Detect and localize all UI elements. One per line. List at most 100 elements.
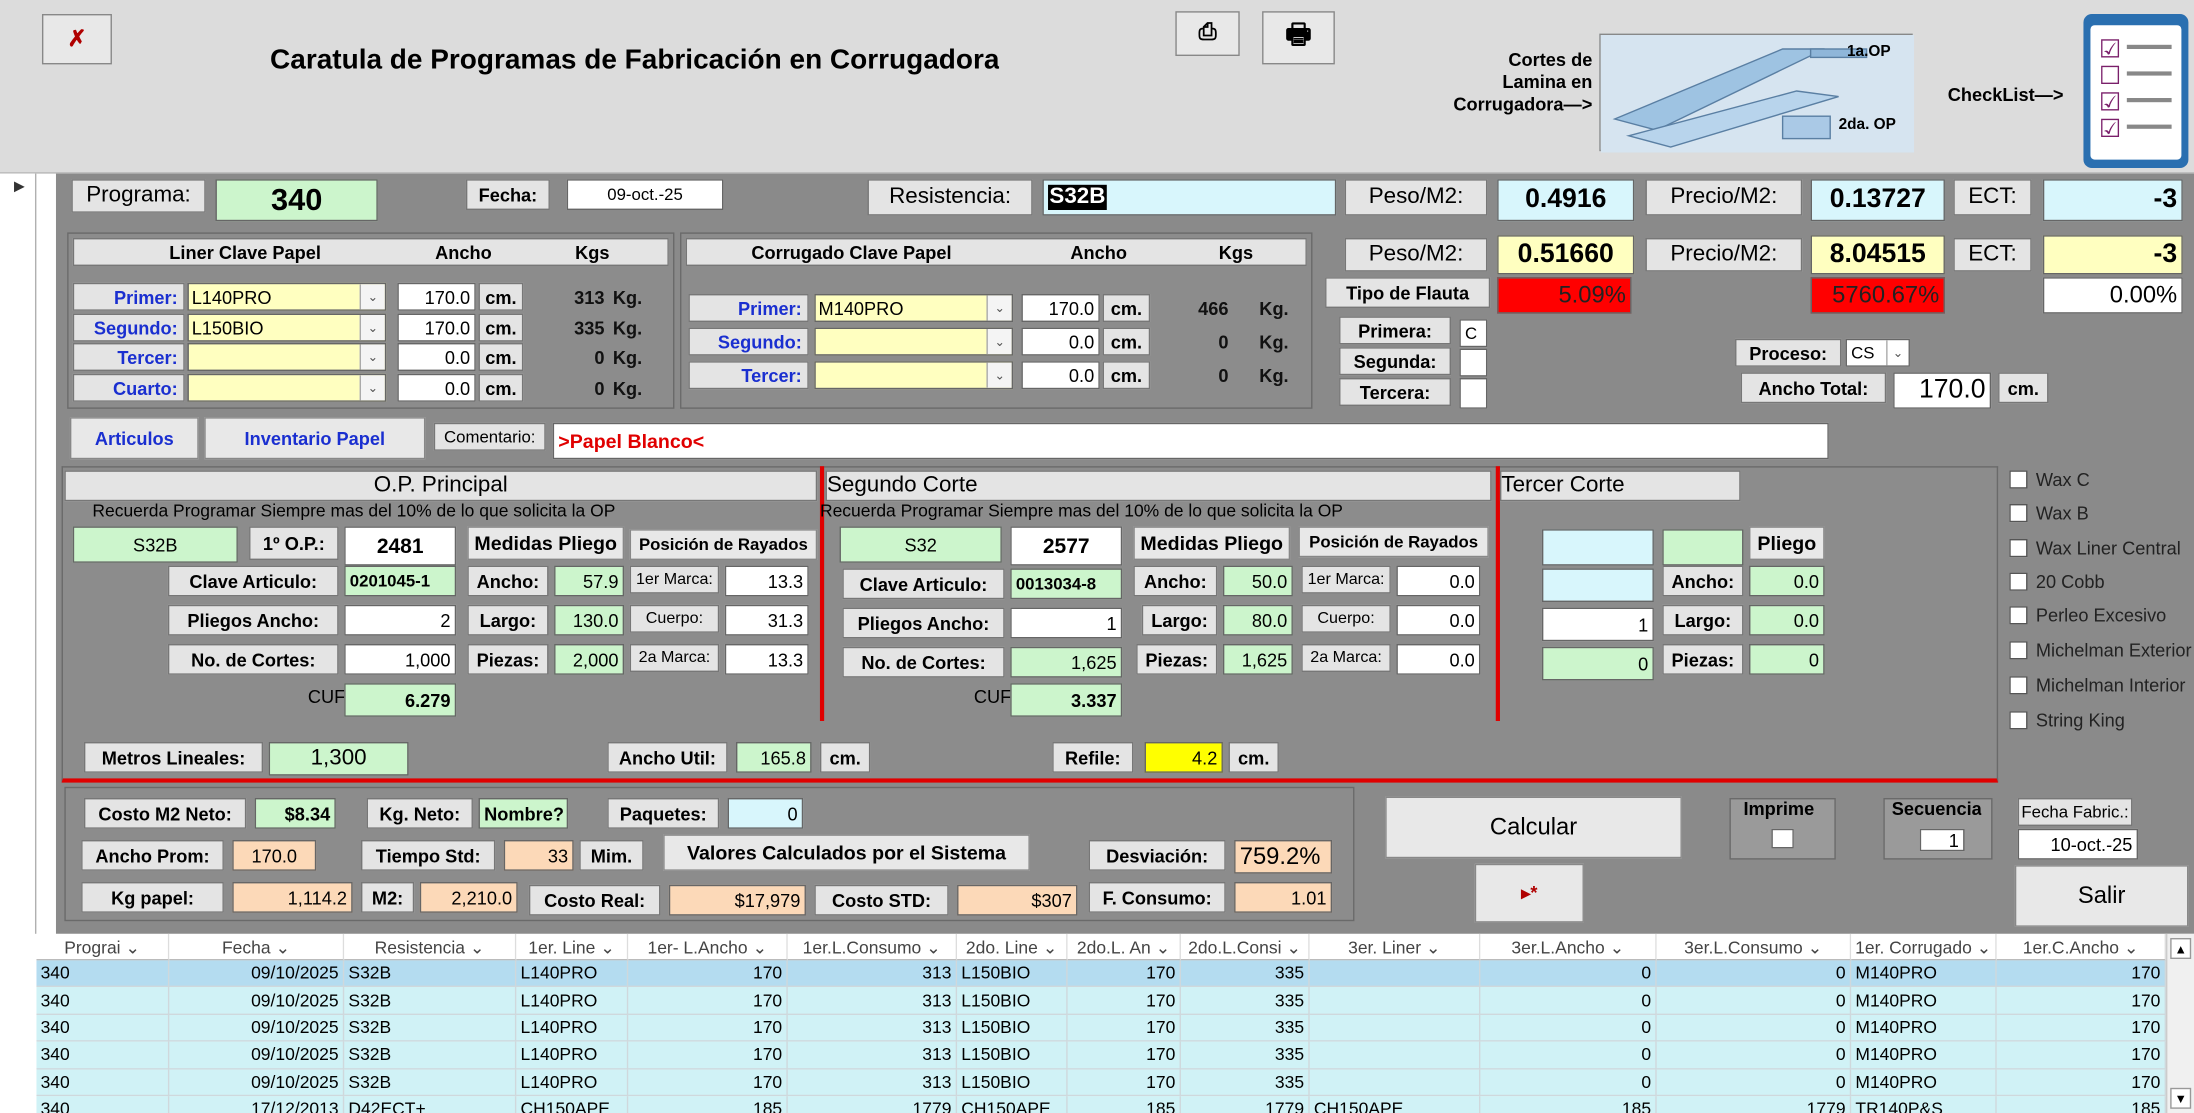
calcular-button[interactable]: Calcular [1385,796,1682,859]
table-cell[interactable]: 0 [1656,1069,1852,1097]
chevron-down-icon[interactable]: ⌄ [359,375,385,401]
column-header[interactable]: Prograi ⌄ [36,933,170,961]
proceso-combo[interactable]: CS ⌄ [1845,338,1910,367]
table-cell[interactable]: 0 [1480,1069,1657,1097]
checkbox-icon[interactable] [2009,504,2028,523]
table-cell[interactable]: D42ECT+ [344,1096,517,1113]
table-cell[interactable]: 09/10/2025 [169,1069,345,1097]
op2-number-field[interactable]: 2577 [1010,526,1123,566]
chevron-down-icon[interactable]: ⌄ [986,295,1012,321]
print-button[interactable]: 🖶 [1262,11,1335,65]
op2-cuerpo-field[interactable]: 0.0 [1396,604,1481,636]
table-cell[interactable]: 170 [628,1041,788,1070]
column-header[interactable]: 1er.C.Ancho ⌄ [1996,933,2167,961]
table-cell[interactable] [1309,960,1481,988]
liner-clave-combo[interactable]: L140PRO ⌄ [187,282,387,311]
imprime-checkbox[interactable] [1771,828,1794,849]
corrugado-clave-combo[interactable]: ⌄ [814,327,1014,356]
op-ancho-field[interactable]: 57.9 [554,565,625,597]
precio2-field[interactable]: 8.04515 [1810,235,1945,275]
table-cell[interactable]: L150BIO [957,1014,1068,1042]
chevron-down-icon[interactable]: ⌄ [359,284,385,310]
option-checkbox[interactable]: Michelman Interior [2009,675,2186,696]
option-checkbox[interactable]: Wax Liner Central [2009,538,2181,559]
table-row[interactable]: 340 09/10/2025 S32B L140PRO 170 313 L150BIO 170… [36,1041,2167,1070]
table-cell[interactable]: 340 [36,987,170,1015]
op-clave-field[interactable]: 0201045-1 [344,565,457,597]
corrugado-ancho-field[interactable]: 0.0 [1021,327,1100,356]
table-cell[interactable]: L140PRO [516,1041,629,1070]
table-cell[interactable]: L150BIO [957,960,1068,988]
table-cell[interactable]: 185 [1480,1096,1657,1113]
table-cell[interactable]: 170 [628,1014,788,1042]
table-cell[interactable]: 170 [1996,987,2167,1015]
table-cell[interactable]: L140PRO [516,1014,629,1042]
op2-medidas-pliego-button[interactable]: Medidas Pliego [1133,526,1291,560]
table-row[interactable]: 340 09/10/2025 S32B L140PRO 170 313 L150BIO 170… [36,1014,2167,1042]
op-largo-field[interactable]: 130.0 [554,604,625,636]
segunda-field[interactable] [1459,348,1488,377]
chevron-down-icon[interactable]: ⌄ [359,315,385,341]
table-cell[interactable]: 1779 [1657,1096,1852,1113]
table-cell[interactable]: 170 [628,1069,788,1097]
table-cell[interactable]: 313 [787,1014,958,1042]
table-cell[interactable]: 170 [1067,1041,1181,1070]
liner-ancho-field[interactable]: 0.0 [397,373,476,402]
record-selector[interactable]: ▶ [0,173,37,934]
column-header[interactable]: 1er- L.Ancho ⌄ [628,933,788,961]
table-cell[interactable]: 1779 [788,1096,958,1113]
op3-pliego-button[interactable]: Pliego [1749,526,1825,560]
table-cell[interactable]: M140PRO [1851,1041,1997,1070]
table-cell[interactable]: 170 [1996,1069,2167,1097]
op3-cortes-field[interactable]: 0 [1541,646,1654,681]
corrugado-ancho-field[interactable]: 170.0 [1021,294,1100,322]
op-marca1-field[interactable]: 13.3 [724,565,809,597]
checklist-button[interactable]: ☑ ☐ ☑ ☑ [2083,14,2189,168]
table-cell[interactable]: S32B [344,987,517,1015]
liner-ancho-field[interactable]: 170.0 [397,313,476,342]
ect2-field[interactable]: -3 [2042,235,2183,275]
op2-posicion-rayados-button[interactable]: Posición de Rayados [1298,526,1489,558]
table-cell[interactable]: L140PRO [516,1069,629,1097]
table-row[interactable]: 340 09/10/2025 S32B L140PRO 170 313 L150BIO 170… [36,1069,2167,1097]
table-cell[interactable]: 170 [1996,1041,2167,1070]
table-row[interactable]: 340 09/10/2025 S32B L140PRO 170 313 L150BIO 170… [36,987,2167,1015]
articulos-button[interactable]: Articulos [69,417,199,460]
op-medidas-pliego-button[interactable]: Medidas Pliego [467,526,625,560]
op3-clave-field[interactable] [1541,568,1654,602]
chevron-down-icon[interactable]: ⌄ [986,329,1012,355]
liner-clave-combo[interactable]: ⌄ [187,343,387,371]
chevron-down-icon[interactable]: ⌄ [1886,340,1908,366]
peso-field[interactable]: 0.4916 [1497,179,1635,222]
checkbox-icon[interactable] [2009,539,2028,558]
op-number-field[interactable]: 2481 [344,526,457,566]
op2-ancho-field[interactable]: 50.0 [1222,565,1293,597]
scroll-up-icon[interactable]: ▲ [2170,938,2192,959]
column-header[interactable]: 1er. Corrugado ⌄ [1851,933,1997,961]
liner-clave-combo[interactable]: L150BIO ⌄ [187,313,387,342]
op3-pliegos-field[interactable]: 1 [1541,607,1654,642]
corrugado-clave-combo[interactable]: M140PRO ⌄ [814,294,1014,322]
op2-largo-field[interactable]: 80.0 [1222,604,1293,636]
table-cell[interactable]: CH150APE [957,1096,1068,1113]
liner-ancho-field[interactable]: 0.0 [397,343,476,371]
table-cell[interactable]: CH150APE [516,1096,629,1113]
valores-calculados-button[interactable]: Valores Calculados por el Sistema [663,834,1030,871]
table-cell[interactable]: 335 [1180,960,1310,988]
checkbox-icon[interactable] [2009,606,2028,625]
refile-field[interactable]: 4.2 [1144,742,1223,773]
programa-field[interactable]: 340 [215,179,378,222]
column-header[interactable]: 3er.L.Consumo ⌄ [1656,933,1852,961]
table-cell[interactable]: L150BIO [957,1041,1068,1070]
table-cell[interactable]: 170 [628,987,788,1015]
table-cell[interactable]: 185 [1068,1096,1181,1113]
table-cell[interactable]: 340 [36,1041,170,1070]
liner-ancho-field[interactable]: 170.0 [397,282,476,311]
save-button[interactable]: ⎙ [1175,11,1240,56]
scroll-down-icon[interactable]: ▼ [2170,1087,2192,1109]
table-cell[interactable]: 170 [1067,987,1181,1015]
column-header[interactable]: 2do.L.Consi ⌄ [1180,933,1310,961]
corrugado-clave-combo[interactable]: ⌄ [814,361,1014,390]
column-header[interactable]: Fecha ⌄ [169,933,345,961]
table-cell[interactable] [1309,987,1481,1015]
